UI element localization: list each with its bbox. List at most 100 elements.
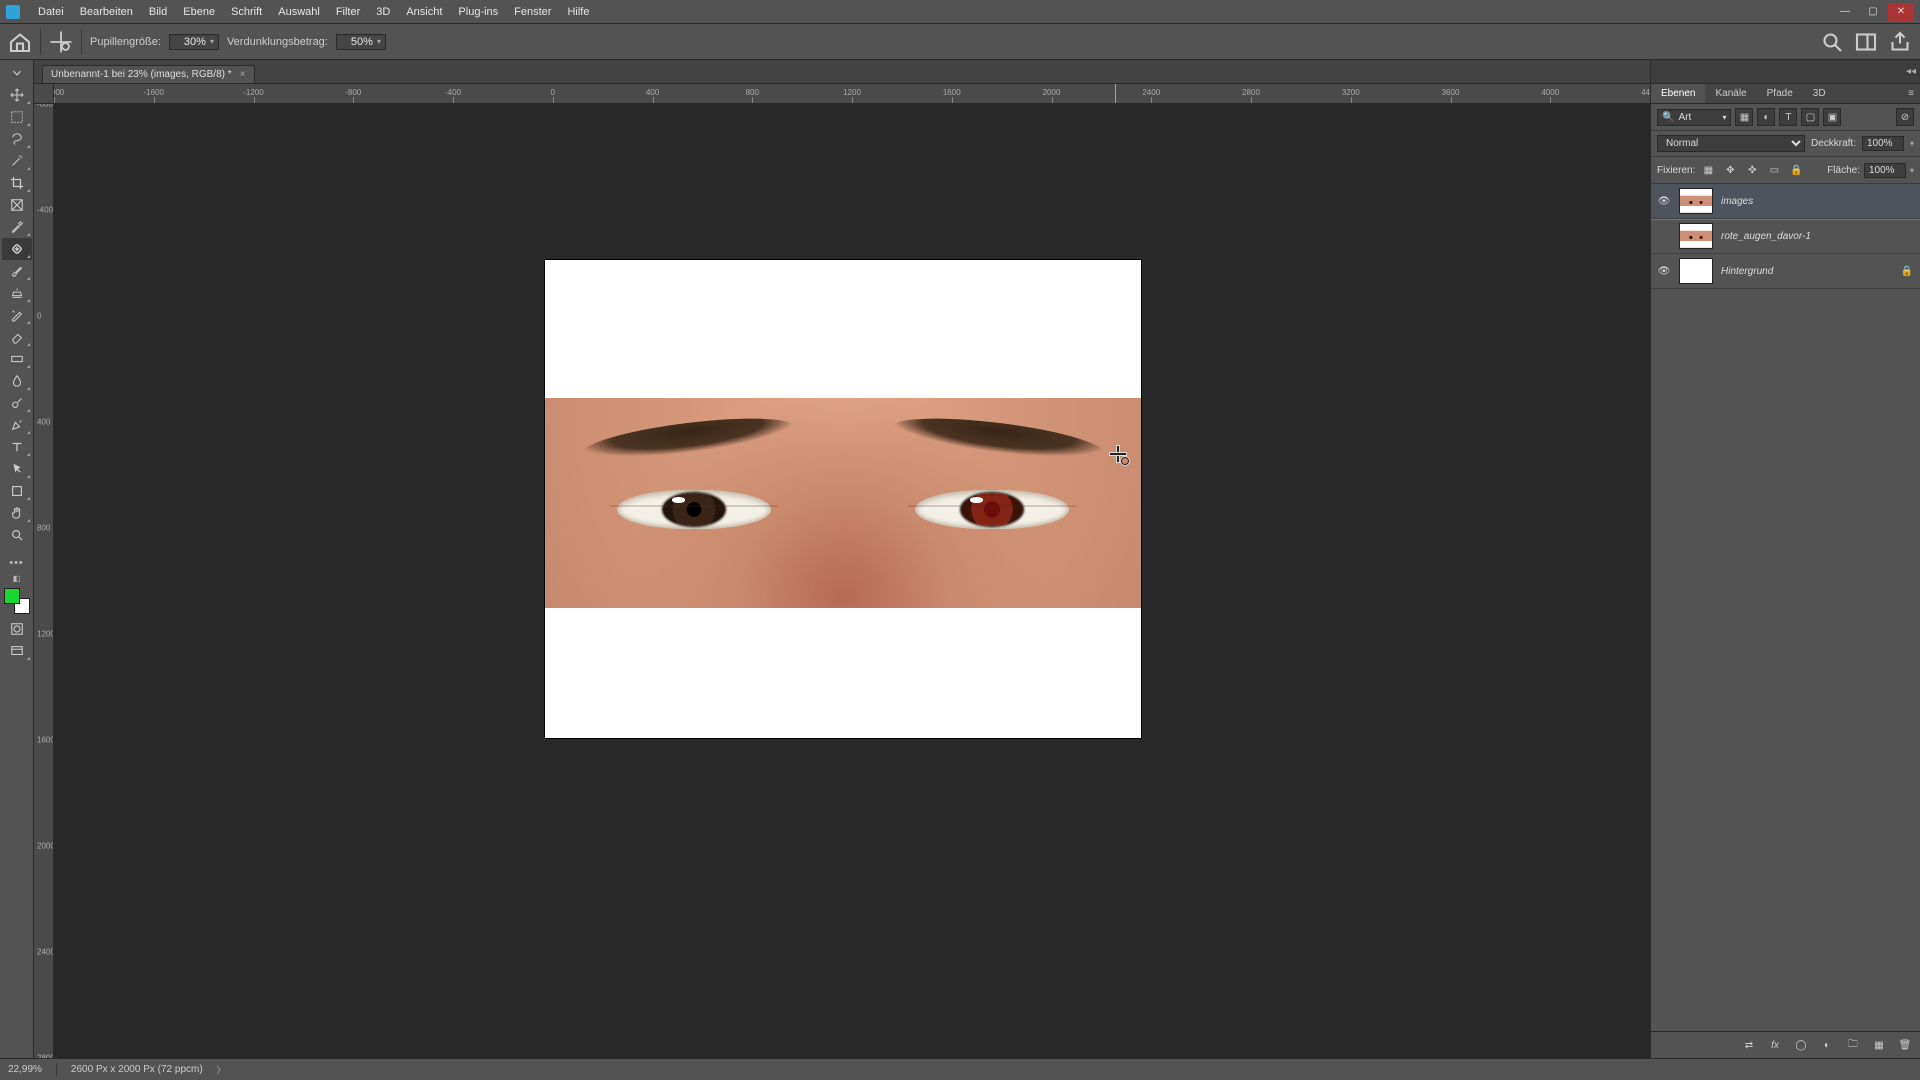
- pen-tool[interactable]: [2, 414, 32, 436]
- ruler-origin[interactable]: [34, 84, 54, 104]
- pupil-size-input[interactable]: [174, 36, 206, 48]
- filter-type-icon[interactable]: T: [1779, 108, 1797, 126]
- zoom-tool[interactable]: [2, 524, 32, 546]
- expand-tools-icon[interactable]: [2, 62, 32, 84]
- chevron-down-icon[interactable]: ▾: [1722, 113, 1726, 122]
- new-layer-icon[interactable]: ▦: [1870, 1036, 1888, 1054]
- menu-fenster[interactable]: Fenster: [506, 0, 559, 24]
- layer-visibility-toggle[interactable]: [1657, 229, 1671, 243]
- dodge-tool[interactable]: [2, 392, 32, 414]
- tab-paths[interactable]: Pfade: [1757, 84, 1803, 103]
- crop-tool[interactable]: [2, 172, 32, 194]
- layer-row[interactable]: 👁 images: [1651, 184, 1920, 219]
- layer-name[interactable]: images: [1721, 196, 1892, 207]
- window-minimize-button[interactable]: —: [1832, 3, 1858, 21]
- filter-toggle[interactable]: ⊘: [1896, 108, 1914, 126]
- opacity-input[interactable]: [1862, 136, 1904, 151]
- menu-bearbeiten[interactable]: Bearbeiten: [72, 0, 141, 24]
- eraser-tool[interactable]: [2, 326, 32, 348]
- close-tab-icon[interactable]: ×: [240, 69, 246, 80]
- blend-mode-select[interactable]: Normal: [1657, 135, 1805, 152]
- layer-filter-kind[interactable]: 🔍 ▾: [1657, 109, 1731, 126]
- magic-wand-tool[interactable]: [2, 150, 32, 172]
- gradient-tool[interactable]: [2, 348, 32, 370]
- window-close-button[interactable]: ✕: [1888, 3, 1914, 21]
- history-brush-tool[interactable]: [2, 304, 32, 326]
- menu-ansicht[interactable]: Ansicht: [398, 0, 450, 24]
- menu-plug-ins[interactable]: Plug-ins: [450, 0, 506, 24]
- delete-layer-icon[interactable]: 🗑: [1896, 1036, 1914, 1054]
- layer-visibility-toggle[interactable]: 👁: [1657, 194, 1671, 208]
- lock-image-icon[interactable]: ✜: [1743, 161, 1761, 179]
- menu-3d[interactable]: 3D: [368, 0, 398, 24]
- lock-all-icon[interactable]: 🔒: [1787, 161, 1805, 179]
- fill-input[interactable]: [1864, 163, 1906, 178]
- menu-ebene[interactable]: Ebene: [175, 0, 223, 24]
- collapsed-panel-strip[interactable]: ◂◂: [1651, 60, 1920, 84]
- status-menu-icon[interactable]: 〉: [217, 1063, 226, 1076]
- lock-artboard-icon[interactable]: ▭: [1765, 161, 1783, 179]
- filter-smart-icon[interactable]: ▣: [1823, 108, 1841, 126]
- layer-filter-kind-value[interactable]: [1678, 112, 1718, 123]
- chevron-down-icon[interactable]: ▾: [375, 37, 381, 46]
- status-zoom[interactable]: 22,99%: [8, 1064, 42, 1075]
- lock-position-icon[interactable]: ✥: [1721, 161, 1739, 179]
- menu-hilfe[interactable]: Hilfe: [559, 0, 597, 24]
- layer-thumbnail[interactable]: [1679, 188, 1713, 214]
- type-tool[interactable]: [2, 436, 32, 458]
- ruler-horizontal[interactable]: -2000-1600-1200-800-40004008001200160020…: [54, 84, 1650, 104]
- layer-name[interactable]: rote_augen_davor-1: [1721, 231, 1892, 242]
- layer-thumbnail[interactable]: [1679, 223, 1713, 249]
- search-icon[interactable]: [1820, 30, 1844, 54]
- chevron-down-icon[interactable]: ▾: [1910, 139, 1914, 148]
- clone-stamp-tool[interactable]: [2, 282, 32, 304]
- ruler-vertical[interactable]: -800-400040080012001600200024002800: [34, 104, 54, 1058]
- red-eye-tool-icon[interactable]: [49, 30, 73, 54]
- darken-amount-input[interactable]: [341, 36, 373, 48]
- color-swatches[interactable]: [4, 588, 30, 614]
- lasso-tool[interactable]: [2, 128, 32, 150]
- lock-pixels-icon[interactable]: ▦: [1699, 161, 1717, 179]
- chevron-down-icon[interactable]: ▾: [1910, 166, 1914, 175]
- path-select-tool[interactable]: [2, 458, 32, 480]
- layer-fx-icon[interactable]: fx: [1766, 1036, 1784, 1054]
- share-icon[interactable]: [1888, 30, 1912, 54]
- blur-tool[interactable]: [2, 370, 32, 392]
- tab-layers[interactable]: Ebenen: [1651, 84, 1705, 103]
- filter-shape-icon[interactable]: ▢: [1801, 108, 1819, 126]
- canvas-viewport[interactable]: [54, 104, 1650, 1058]
- pupil-size-field[interactable]: ▾: [169, 34, 219, 50]
- menu-datei[interactable]: Datei: [30, 0, 72, 24]
- move-tool[interactable]: [2, 84, 32, 106]
- new-fill-adj-icon[interactable]: ◐: [1818, 1036, 1836, 1054]
- foreground-color-swatch[interactable]: [4, 588, 20, 604]
- tab-3d[interactable]: 3D: [1803, 84, 1836, 103]
- filter-adjust-icon[interactable]: ◐: [1757, 108, 1775, 126]
- brush-tool[interactable]: [2, 260, 32, 282]
- menu-auswahl[interactable]: Auswahl: [270, 0, 328, 24]
- menu-bild[interactable]: Bild: [141, 0, 175, 24]
- layer-row[interactable]: 👁Hintergrund🔒: [1651, 254, 1920, 289]
- tab-channels[interactable]: Kanäle: [1705, 84, 1756, 103]
- quick-mask-icon[interactable]: [2, 618, 32, 640]
- healing-tool[interactable]: [2, 238, 32, 260]
- new-group-icon[interactable]: 🗀: [1844, 1036, 1862, 1054]
- layer-row[interactable]: rote_augen_davor-1: [1651, 219, 1920, 254]
- menu-schrift[interactable]: Schrift: [223, 0, 270, 24]
- filter-pixel-icon[interactable]: ▦: [1735, 108, 1753, 126]
- home-icon[interactable]: [8, 30, 32, 54]
- layer-visibility-toggle[interactable]: 👁: [1657, 264, 1671, 278]
- layer-mask-icon[interactable]: ◯: [1792, 1036, 1810, 1054]
- darken-amount-field[interactable]: ▾: [336, 34, 386, 50]
- chevron-down-icon[interactable]: ▾: [208, 37, 214, 46]
- hand-tool[interactable]: [2, 502, 32, 524]
- edit-toolbar-icon[interactable]: •••: [2, 552, 32, 574]
- panel-menu-icon[interactable]: ≡: [1902, 84, 1920, 103]
- screen-mode-icon[interactable]: [2, 640, 32, 662]
- frame-tool[interactable]: [2, 194, 32, 216]
- eyedropper-tool[interactable]: [2, 216, 32, 238]
- workspace-icon[interactable]: [1854, 30, 1878, 54]
- panel-collapse-icon[interactable]: ◂◂: [1906, 66, 1916, 77]
- shape-tool[interactable]: [2, 480, 32, 502]
- layer-name[interactable]: Hintergrund: [1721, 266, 1892, 277]
